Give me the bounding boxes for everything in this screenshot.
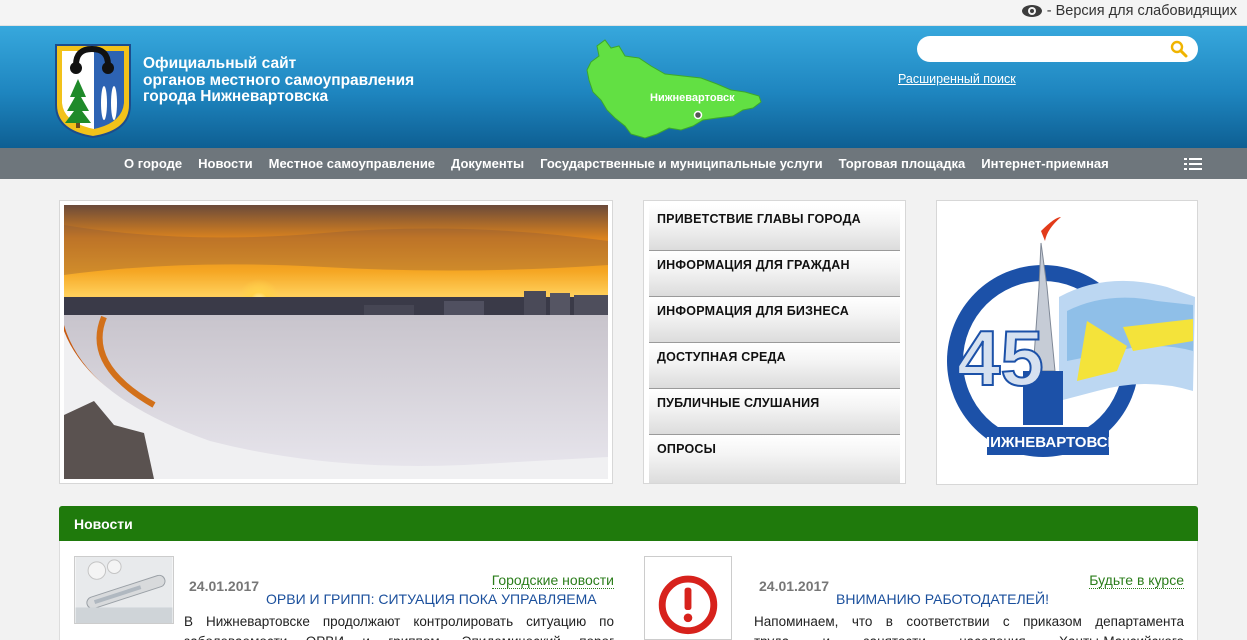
news-excerpt: В Нижневартовске продолжают контролирова…	[184, 612, 614, 640]
quick-link-citizen-info[interactable]: ИНФОРМАЦИЯ ДЛЯ ГРАЖДАН	[649, 251, 900, 297]
quick-link-accessible-environment[interactable]: ДОСТУПНАЯ СРЕДА	[649, 343, 900, 389]
nav-item-news[interactable]: Новости	[190, 156, 261, 171]
accessibility-version-label: - Версия для слабовидящих	[1046, 3, 1237, 19]
news-excerpt-line: заболеваемости ОРВИ и гриппом. Эпидемиче…	[184, 632, 614, 640]
news-date: 24.01.2017	[189, 578, 260, 594]
menu-list-icon[interactable]	[1184, 157, 1202, 171]
site-title-line-2: органов местного самоуправления	[143, 71, 415, 89]
news-category-link[interactable]: Городские новости	[491, 572, 614, 589]
news-section-header: Новости	[59, 506, 1198, 541]
hero-photo-frame	[59, 200, 613, 484]
sunset-lake-photo[interactable]	[64, 205, 608, 479]
site-title-line-3: города Нижневартовска	[143, 88, 329, 105]
nav-item-local-government[interactable]: Местное самоуправление	[261, 156, 443, 171]
anniversary-45-logo: 45 НИЖНЕВАРТОВСК	[947, 217, 1195, 457]
map-city-marker	[693, 110, 703, 120]
news-excerpt-line: труда и занятости населения Ханты-Мансий…	[754, 632, 1184, 640]
search-input[interactable]	[917, 36, 1162, 62]
main-nav: О городе Новости Местное самоуправление …	[0, 148, 1247, 179]
quick-link-business-info[interactable]: ИНФОРМАЦИЯ ДЛЯ БИЗНЕСА	[649, 297, 900, 343]
news-section-title[interactable]: Новости	[74, 516, 133, 532]
site-header: Официальный сайт органов местного самоуп…	[0, 26, 1247, 148]
quick-link-polls[interactable]: ОПРОСЫ	[649, 435, 900, 483]
news-item: 24.01.2017 Городские новости ОРВИ И ГРИП…	[74, 556, 614, 640]
quick-link-mayor-greeting[interactable]: ПРИВЕТСТВИЕ ГЛАВЫ ГОРОДА	[649, 205, 900, 251]
news-headline-link[interactable]: ОРВИ И ГРИПП: СИТУАЦИЯ ПОКА УПРАВЛЯЕМА	[266, 591, 597, 607]
anniversary-number: 45	[957, 314, 1044, 402]
nav-items: О городе Новости Местное самоуправление …	[116, 148, 1117, 179]
news-category-link[interactable]: Будьте в курсе	[1089, 572, 1184, 589]
news-thumbnail-thermometer[interactable]	[74, 556, 174, 624]
quick-links-panel: ПРИВЕТСТВИЕ ГЛАВЫ ГОРОДА ИНФОРМАЦИЯ ДЛЯ …	[643, 200, 906, 484]
accessibility-bar: - Версия для слабовидящих	[0, 0, 1247, 26]
site-title-line-1: Официальный сайт	[143, 55, 297, 72]
news-list: 24.01.2017 Городские новости ОРВИ И ГРИП…	[59, 541, 1198, 640]
news-date: 24.01.2017	[759, 578, 830, 594]
news-thumbnail-warning[interactable]	[644, 556, 732, 640]
eye-icon	[1021, 5, 1042, 17]
accessibility-version-link[interactable]: - Версия для слабовидящих	[1021, 0, 1237, 22]
search-icon[interactable]	[1170, 40, 1188, 58]
news-excerpt-line: Напоминаем, что в соответствии с приказо…	[754, 614, 1184, 629]
search-box	[917, 36, 1198, 62]
news-item: 24.01.2017 Будьте в курсе ВНИМАНИЮ РАБОТ…	[644, 556, 1184, 640]
site-title[interactable]: Официальный сайт органов местного самоуп…	[143, 55, 463, 106]
nav-item-public-services[interactable]: Государственные и муниципальные услуги	[532, 156, 830, 171]
news-excerpt: Напоминаем, что в соответствии с приказо…	[754, 612, 1184, 640]
nav-item-documents[interactable]: Документы	[443, 156, 532, 171]
advanced-search-link[interactable]: Расширенный поиск	[898, 72, 1016, 86]
nav-item-internet-reception[interactable]: Интернет-приемная	[973, 156, 1116, 171]
nav-item-trading-platform[interactable]: Торговая площадка	[831, 156, 974, 171]
nav-item-about-city[interactable]: О городе	[116, 156, 190, 171]
quick-link-public-hearings[interactable]: ПУБЛИЧНЫЕ СЛУШАНИЯ	[649, 389, 900, 435]
anniversary-banner[interactable]: 45 НИЖНЕВАРТОВСК	[936, 200, 1198, 485]
news-headline-link[interactable]: ВНИМАНИЮ РАБОТОДАТЕЛЕЙ!	[836, 591, 1049, 607]
anniversary-city-label: НИЖНЕВАРТОВСК	[979, 434, 1117, 451]
map-city-label: Нижневартовск	[650, 92, 735, 104]
news-excerpt-line: В Нижневартовске продолжают контролирова…	[184, 614, 614, 629]
city-coat-of-arms-icon[interactable]	[54, 43, 132, 139]
region-map[interactable]: Нижневартовск	[583, 34, 768, 142]
